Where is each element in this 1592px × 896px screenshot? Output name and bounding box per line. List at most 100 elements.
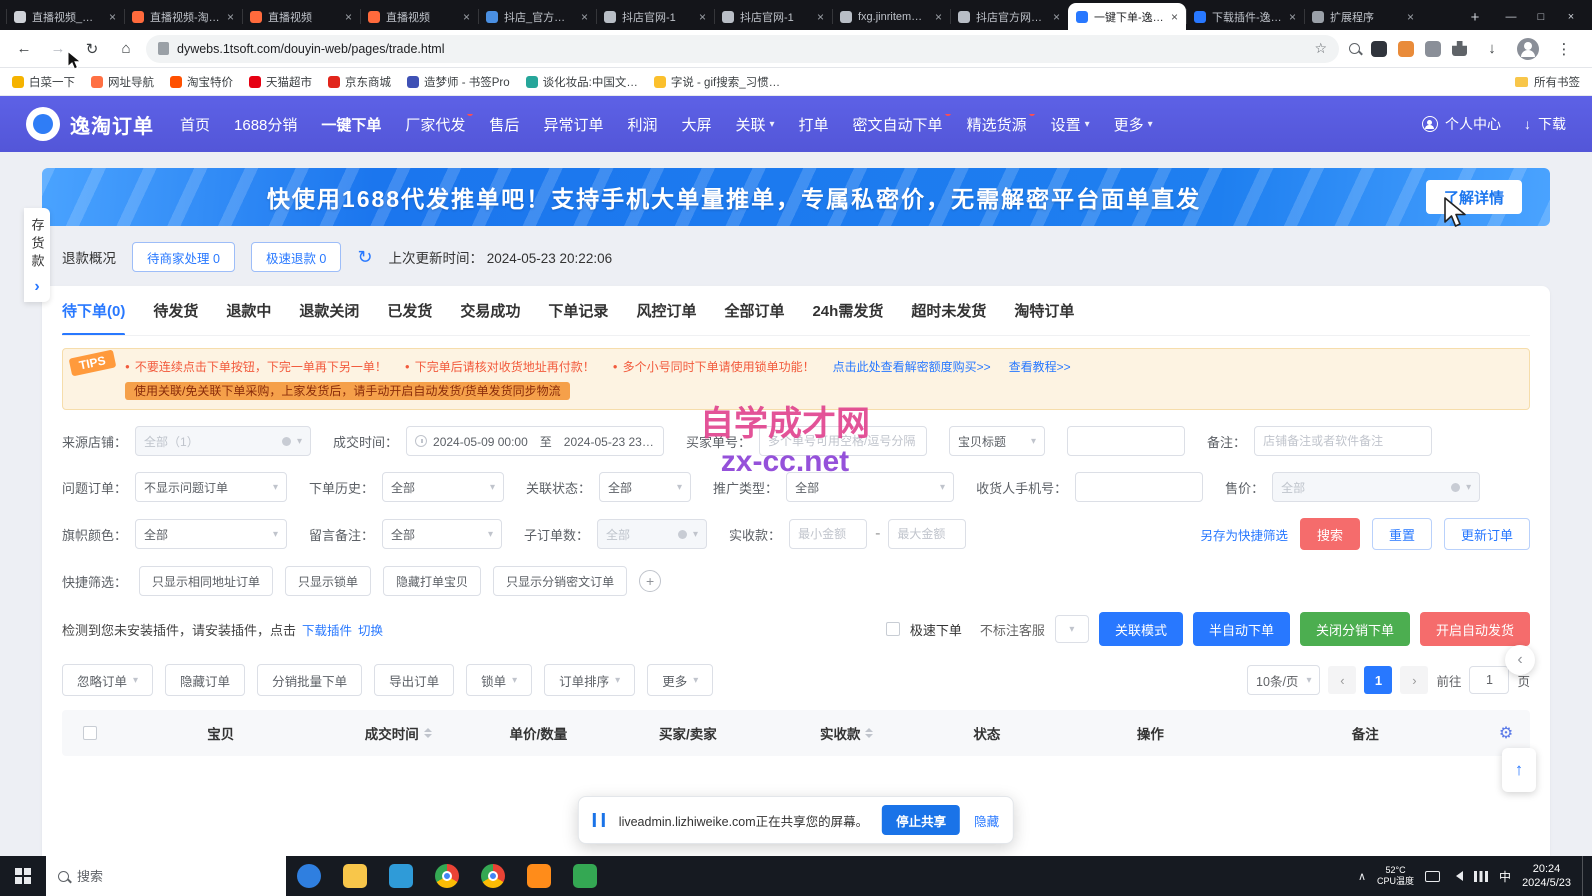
nav-item[interactable]: 更多▾ <box>1114 114 1153 135</box>
sort-icon[interactable] <box>865 728 873 738</box>
refresh-icon[interactable]: ↻ <box>357 247 372 268</box>
nav-item[interactable]: 一键下单 <box>321 114 381 135</box>
bookmark-item[interactable]: 淘宝特价 <box>170 74 233 90</box>
nav-item[interactable]: 打单 <box>799 114 829 135</box>
order-tab[interactable]: 下单记录 <box>548 286 608 336</box>
pending-merchant-button[interactable]: 待商家处理 0 <box>132 242 235 272</box>
prev-page-button[interactable]: ‹ <box>1328 666 1356 694</box>
taskbar-search[interactable] <box>46 856 286 896</box>
bookmark-item[interactable]: 天猫超市 <box>249 74 312 90</box>
user-center-link[interactable]: 个人中心 <box>1445 114 1501 134</box>
new-tab-button[interactable]: + <box>1462 4 1488 30</box>
filter-select[interactable]: 全部▾ <box>135 519 287 549</box>
nav-item[interactable]: 设置▾ <box>1051 114 1090 135</box>
reload-button[interactable]: ↻ <box>78 35 106 63</box>
app-logo[interactable]: 逸淘订单 <box>26 107 154 141</box>
network-icon[interactable] <box>1474 871 1488 882</box>
mode-button[interactable]: 半自动下单 <box>1193 612 1290 646</box>
order-tab[interactable]: 待发货 <box>153 286 198 336</box>
filter-input[interactable] <box>759 426 927 456</box>
filter-select[interactable]: 全部▾ <box>786 472 954 502</box>
browser-tab[interactable]: 直播视频-淘…× <box>124 3 242 30</box>
bookmark-star-icon[interactable]: ☆ <box>1314 40 1327 57</box>
taskbar-clock[interactable]: 20:24 2024/5/23 <box>1522 862 1571 891</box>
toolbar-button[interactable]: 订单排序▾ <box>544 664 635 696</box>
toolbar-button[interactable]: 分销批量下单 <box>257 664 362 696</box>
browser-menu-icon[interactable]: ⋮ <box>1550 35 1578 63</box>
forward-button[interactable]: → <box>44 35 72 63</box>
tab-close-icon[interactable]: × <box>699 10 706 24</box>
tab-close-icon[interactable]: × <box>1289 10 1296 24</box>
tab-close-icon[interactable]: × <box>1407 10 1414 24</box>
close-window-button[interactable]: × <box>1556 4 1586 30</box>
browser-tab[interactable]: 一键下单-逸…× <box>1068 3 1186 30</box>
nav-item[interactable]: 关联▾ <box>735 114 774 135</box>
toolbar-button[interactable]: 导出订单 <box>374 664 454 696</box>
taskbar-search-input[interactable] <box>77 869 274 884</box>
show-desktop-button[interactable] <box>1582 856 1588 896</box>
bookmark-item[interactable]: 字说 - gif搜索_习惯… <box>654 74 780 90</box>
order-tab[interactable]: 24h需发货 <box>812 286 883 336</box>
tab-close-icon[interactable]: × <box>463 10 470 24</box>
download-link[interactable]: 下载 <box>1538 114 1566 134</box>
filter-select[interactable]: 全部▾ <box>1272 472 1480 502</box>
browser-tab[interactable]: 下载插件-逸…× <box>1186 3 1304 30</box>
bookmark-item[interactable]: 白菜一下 <box>12 74 75 90</box>
filter-select[interactable]: 全部▾ <box>599 472 691 502</box>
hide-share-bar-link[interactable]: 隐藏 <box>974 811 999 830</box>
order-tab[interactable]: 全部订单 <box>724 286 784 336</box>
toolbar-button[interactable]: 锁单▾ <box>466 664 532 696</box>
filter-select[interactable]: 全部（1）▾ <box>135 426 311 456</box>
browser-tab[interactable]: 抖店官方网…× <box>950 3 1068 30</box>
filter-select[interactable]: 全部▾ <box>382 472 504 502</box>
address-bar[interactable]: dywebs.1tsoft.com/douyin-web/pages/trade… <box>146 35 1339 63</box>
taskbar-app-scrcpy[interactable] <box>562 856 608 896</box>
bookmark-item[interactable]: 网址导航 <box>91 74 154 90</box>
view-tutorial-link[interactable]: 查看教程>> <box>1009 358 1071 375</box>
toolbar-button[interactable]: 忽略订单▾ <box>62 664 153 696</box>
filter-input[interactable] <box>1067 426 1185 456</box>
add-quick-filter-button[interactable]: + <box>639 570 661 592</box>
browser-tab[interactable]: 直播视频_下…× <box>6 3 124 30</box>
browser-tab[interactable]: 抖店官网-1× <box>714 3 832 30</box>
extension-icon[interactable] <box>1371 41 1387 57</box>
select-all-checkbox[interactable] <box>83 726 97 740</box>
learn-more-button[interactable]: 了解详情 <box>1426 180 1522 214</box>
toolbar-button[interactable]: 更多▾ <box>647 664 713 696</box>
profile-avatar[interactable] <box>1517 38 1539 60</box>
downloads-icon[interactable]: ↓ <box>1478 35 1506 63</box>
bookmark-item[interactable]: 造梦师 - 书签Pro <box>407 74 510 90</box>
browser-tab[interactable]: fxg.jinritem…× <box>832 3 950 30</box>
nav-item[interactable]: 1688分销 <box>234 114 297 135</box>
browser-tab[interactable]: 抖店_官方版…× <box>478 3 596 30</box>
order-tab[interactable]: 已发货 <box>387 286 432 336</box>
nav-item[interactable]: 大屏 <box>681 114 711 135</box>
nav-item[interactable]: 利润 <box>627 114 657 135</box>
quick-filter-button[interactable]: 只显示相同地址订单 <box>139 566 273 596</box>
search-button[interactable]: 搜索 <box>1300 518 1360 550</box>
browser-tab[interactable]: 抖店官网-1× <box>596 3 714 30</box>
start-button[interactable] <box>0 856 46 896</box>
order-tab[interactable]: 风控订单 <box>636 286 696 336</box>
bookmark-item[interactable]: 京东商城 <box>328 74 391 90</box>
mode-button[interactable]: 开启自动发货 <box>1420 612 1530 646</box>
column-settings-icon[interactable]: ⚙ <box>1499 723 1513 743</box>
extension-icon[interactable] <box>1425 41 1441 57</box>
quick-filter-button[interactable]: 只显示锁单 <box>285 566 371 596</box>
download-plugin-link[interactable]: 下载插件 <box>302 620 352 639</box>
display-icon[interactable] <box>1425 871 1440 882</box>
page-1-button[interactable]: 1 <box>1364 666 1392 694</box>
min-amount-input[interactable] <box>789 519 867 549</box>
update-orders-button[interactable]: 更新订单 <box>1444 518 1530 550</box>
tab-close-icon[interactable]: × <box>1053 10 1060 24</box>
mode-button[interactable]: 关联模式 <box>1099 612 1183 646</box>
taskbar-app-store[interactable] <box>378 856 424 896</box>
reset-button[interactable]: 重置 <box>1372 518 1432 550</box>
side-drawer-tab[interactable]: 存货款 › <box>24 208 50 302</box>
mode-button[interactable]: 关闭分销下单 <box>1300 612 1410 646</box>
tab-close-icon[interactable]: × <box>227 10 234 24</box>
tab-close-icon[interactable]: × <box>935 10 942 24</box>
filter-input[interactable] <box>1254 426 1432 456</box>
order-tab[interactable]: 淘特订单 <box>1014 286 1074 336</box>
nav-item[interactable]: 异常订单 <box>543 114 603 135</box>
